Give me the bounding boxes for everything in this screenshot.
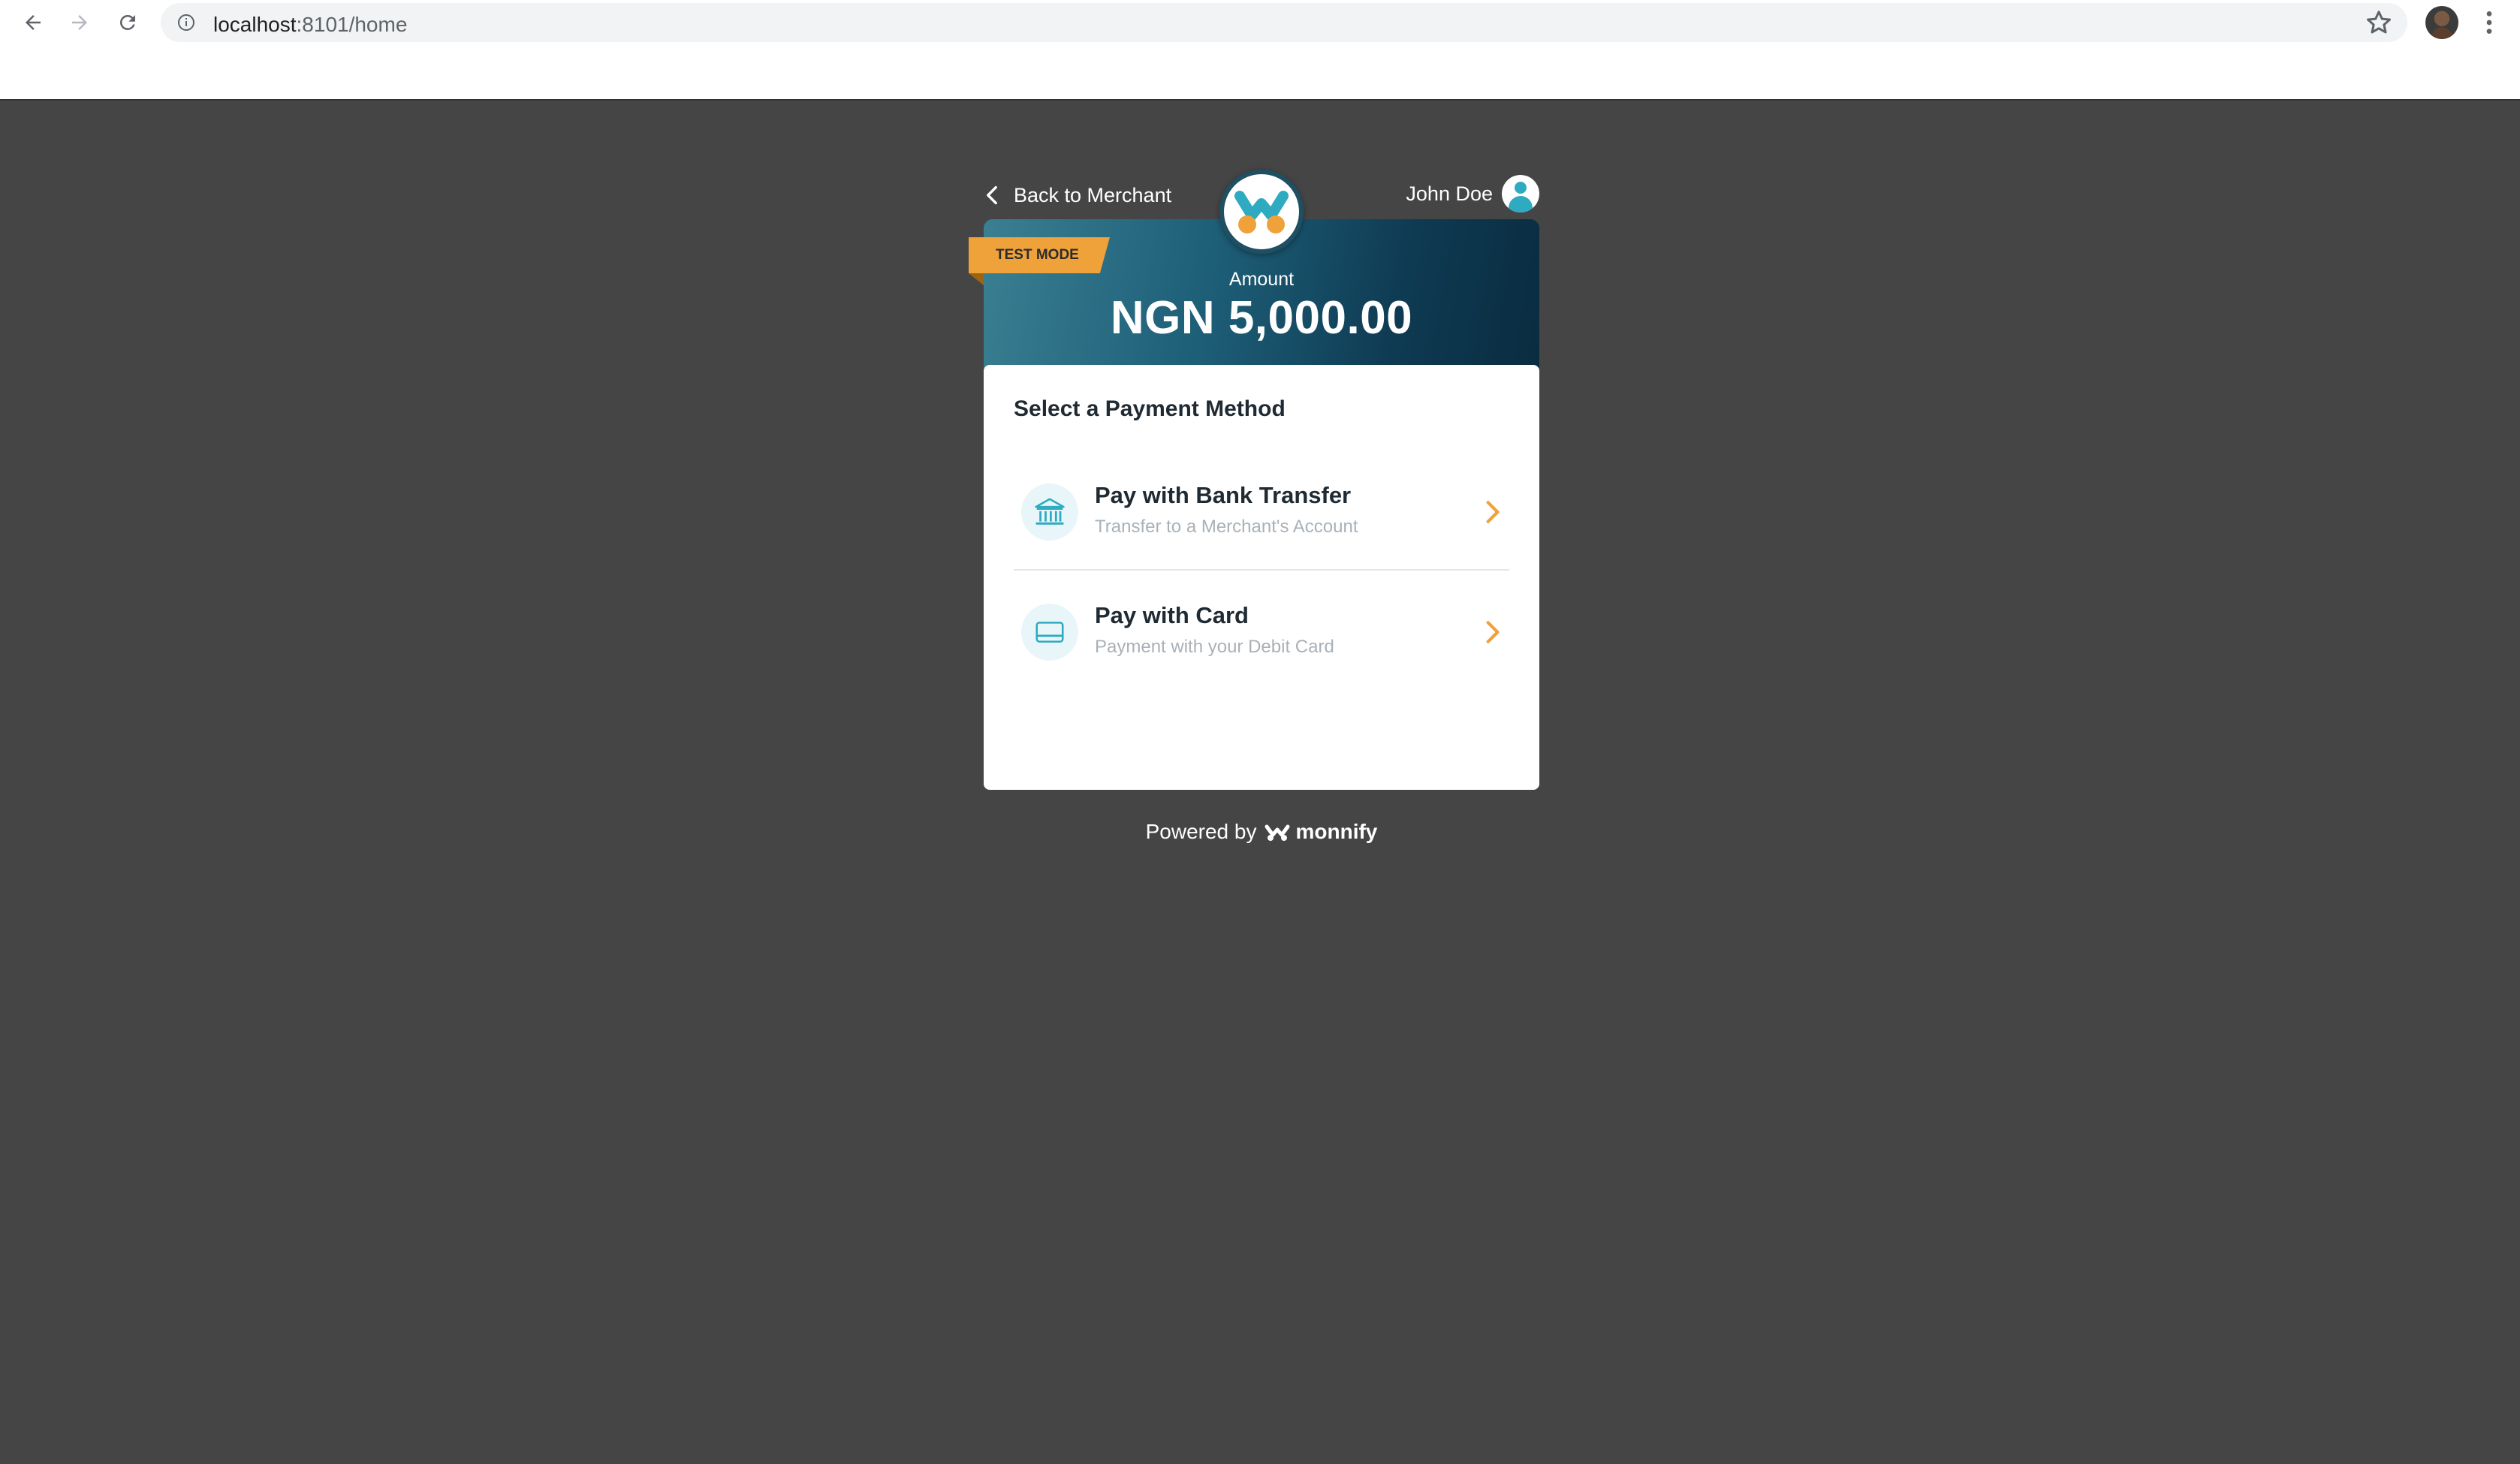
bank-transfer-subtitle: Transfer to a Merchant's Account (1095, 517, 1358, 537)
kebab-menu-icon[interactable] (2478, 8, 2500, 38)
chevron-right-icon (1486, 621, 1500, 643)
bank-icon (1021, 483, 1078, 541)
user-name: John Doe (1406, 182, 1493, 205)
user-info: John Doe (1406, 173, 1539, 215)
test-mode-label: TEST MODE (996, 247, 1079, 263)
info-icon[interactable] (177, 14, 195, 32)
profile-avatar[interactable] (2425, 6, 2458, 39)
bookmark-star-icon[interactable] (2364, 8, 2394, 38)
card-title: Pay with Card (1095, 602, 1249, 628)
payment-method-title: Select a Payment Method (1014, 396, 1286, 421)
pay-with-card-option[interactable]: Pay with Card Payment with your Debit Ca… (1014, 574, 1509, 691)
monnify-mark-icon (1265, 824, 1290, 841)
amount-value: NGN 5,000.00 (1110, 292, 1413, 344)
arrow-right-icon (72, 15, 87, 30)
powered-by-footer: Powered by monnify (984, 820, 1539, 844)
monnify-brand: monnify (1264, 820, 1377, 844)
card-icon (1021, 604, 1078, 661)
monnify-brand-text: monnify (1295, 820, 1378, 843)
user-avatar-icon (1502, 175, 1539, 212)
url-text[interactable]: localhost:8101/home (213, 13, 407, 37)
powered-by-label: Powered by (1145, 820, 1257, 843)
monnify-logo-icon (1234, 191, 1289, 233)
page-background: Back to Merchant John Doe TEST MODE Amou… (0, 99, 2520, 1464)
test-mode-ribbon: TEST MODE (969, 237, 1110, 285)
payment-method-card: Select a Payment Method Pay with Bank Tr (984, 365, 1539, 790)
chevron-right-icon (1486, 501, 1500, 523)
reload-button[interactable] (111, 6, 144, 39)
forward-button[interactable] (63, 6, 96, 39)
bookmark-bar (0, 45, 2520, 99)
arrow-left-icon (26, 15, 41, 30)
bank-transfer-title: Pay with Bank Transfer (1095, 482, 1352, 508)
pay-with-bank-transfer-option[interactable]: Pay with Bank Transfer Transfer to a Mer… (1014, 453, 1509, 571)
card-subtitle: Payment with your Debit Card (1095, 637, 1334, 657)
back-to-merchant-link[interactable]: Back to Merchant (984, 180, 1171, 210)
back-button[interactable] (17, 6, 50, 39)
reload-icon (119, 14, 135, 30)
address-bar[interactable]: localhost:8101/home (161, 3, 2407, 42)
back-to-merchant-label: Back to Merchant (1014, 183, 1172, 206)
merchant-logo (1219, 170, 1304, 254)
browser-toolbar: localhost:8101/home (0, 0, 2520, 45)
chevron-left-icon (987, 185, 997, 205)
